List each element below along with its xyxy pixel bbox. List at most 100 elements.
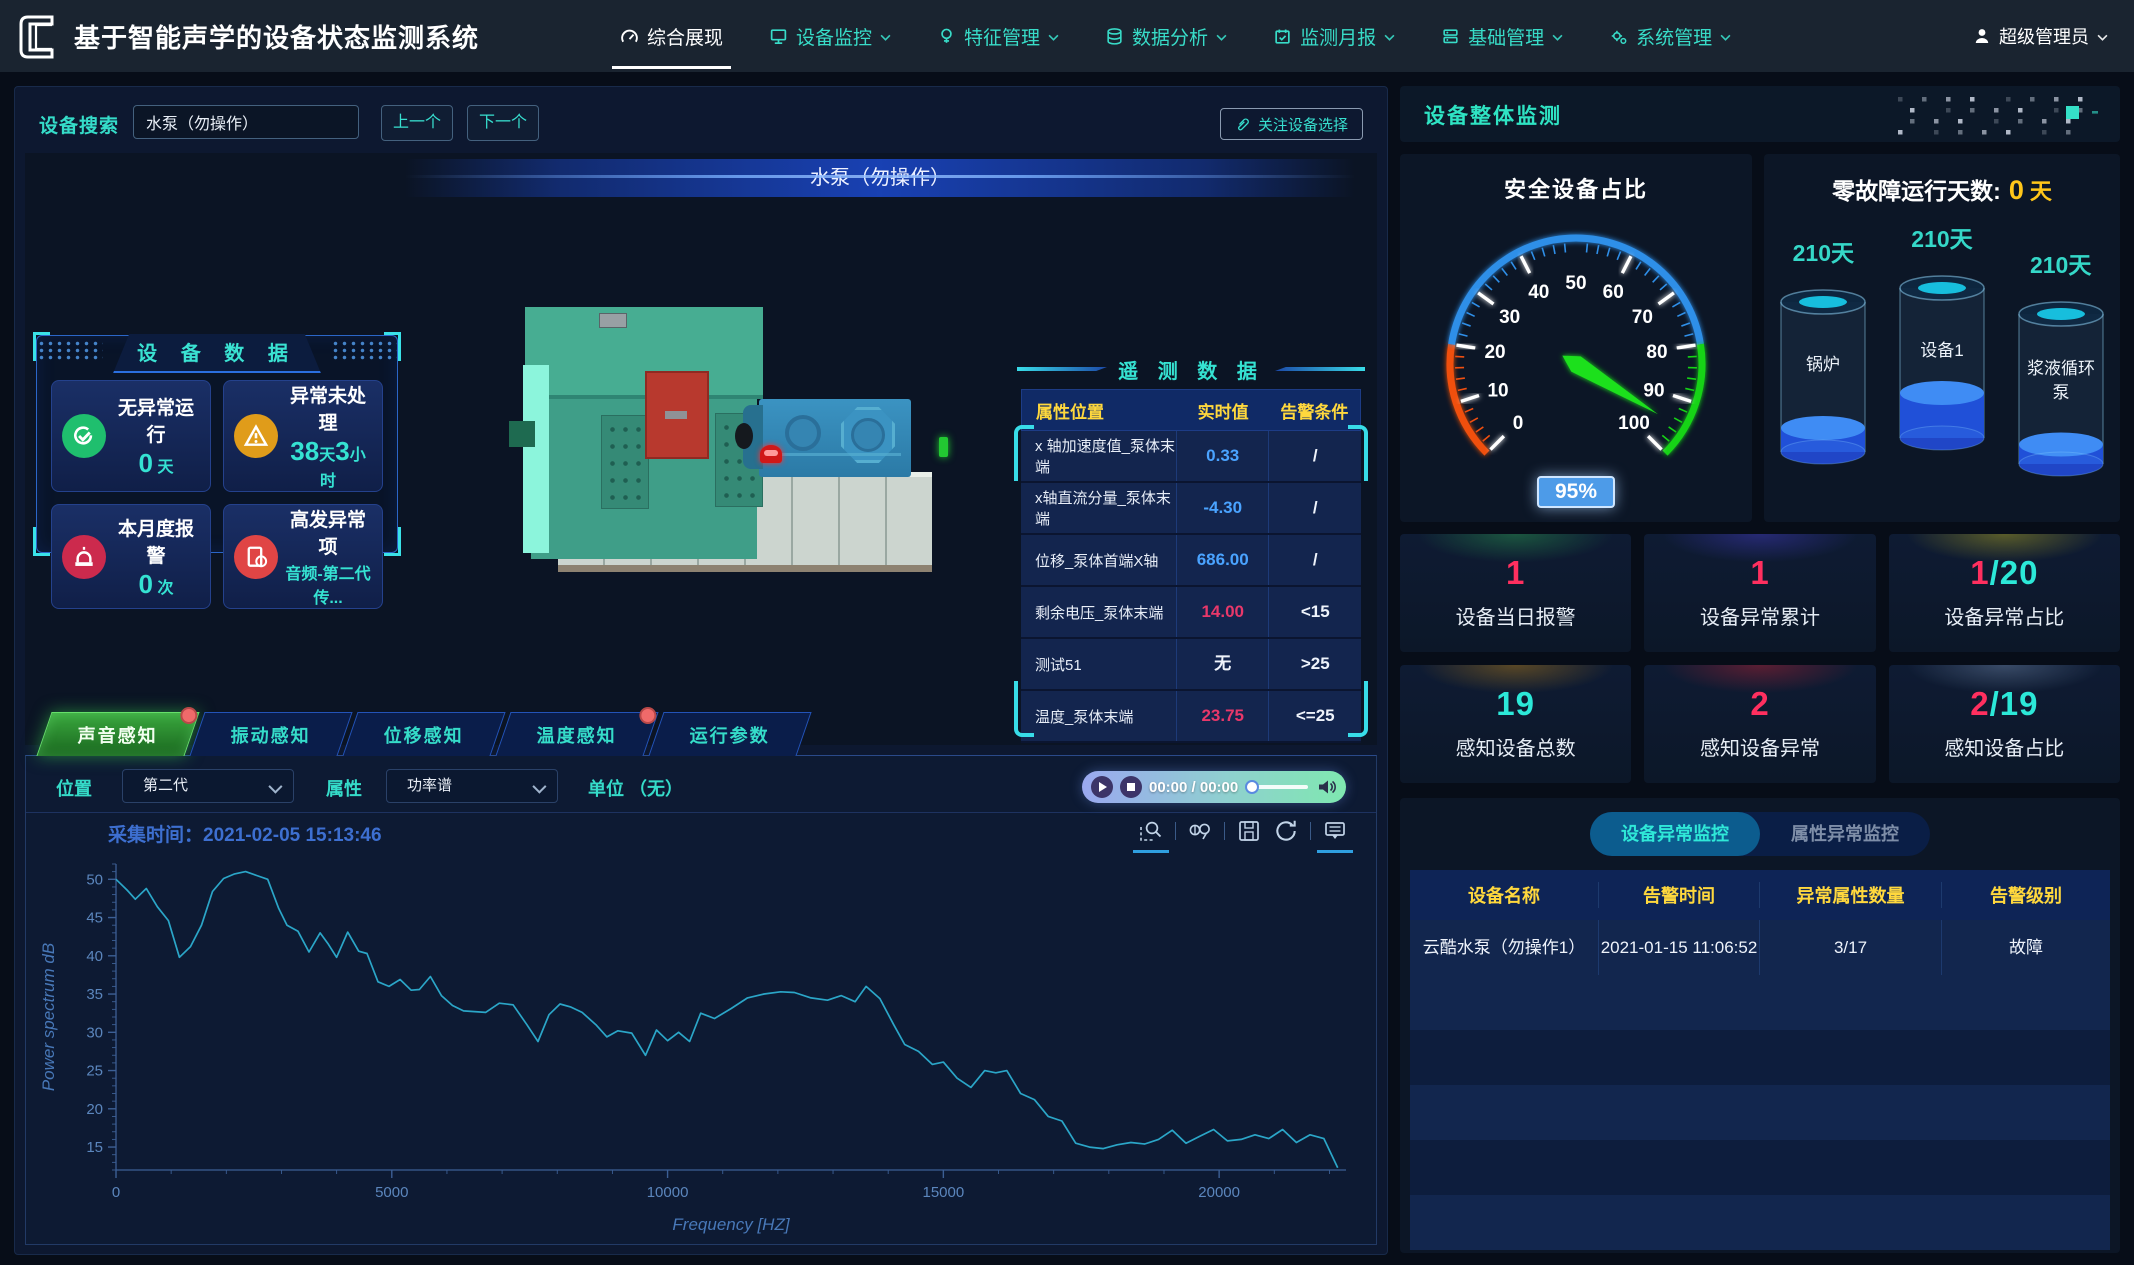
device-panel: 设备搜索 上一个 下一个 关注设备选择 水泵（勿操作） 设 备 数 据 xyxy=(14,86,1388,1255)
svg-text:5000: 5000 xyxy=(375,1184,408,1201)
monitor-row[interactable]: 云酷水泵（勿操作1）2021-01-15 11:06:523/17故障 xyxy=(1410,920,2110,975)
motor-side-highlight xyxy=(523,365,549,553)
tab-running-params[interactable]: 运行参数 xyxy=(648,712,811,756)
bracket-decoration xyxy=(1014,425,1034,481)
prev-device-button[interactable]: 上一个 xyxy=(381,105,453,141)
user-icon xyxy=(1973,27,1991,45)
stat-value: 1/20 xyxy=(1889,554,2120,592)
position-label: 位置 xyxy=(56,775,92,801)
svg-text:设备1: 设备1 xyxy=(1920,341,1963,360)
abnormal-table: 设备名称告警时间异常属性数量告警级别 云酷水泵（勿操作1）2021-01-15 … xyxy=(1410,870,2110,1250)
3d-viewport[interactable]: 水泵（勿操作） 设 备 数 据 无异常运行0 天异常未处理38天3小时本月度报警… xyxy=(25,153,1377,745)
nav-item-device-monitor[interactable]: 设备监控 xyxy=(769,0,891,72)
tab-attribute-abnormal[interactable]: 属性异常监控 xyxy=(1760,812,1930,856)
refresh-icon[interactable] xyxy=(1273,818,1299,844)
abnormal-monitor-card: 设备异常监控 属性异常监控 设备名称告警时间异常属性数量告警级别 云酷水泵（勿操… xyxy=(1400,798,2120,1253)
stat-card: 2感知设备异常 xyxy=(1644,665,1875,783)
bulb-icon xyxy=(937,27,956,46)
nav-item-monthly-report[interactable]: 监测月报 xyxy=(1273,0,1395,72)
svg-text:20: 20 xyxy=(86,1101,103,1118)
chevron-down-icon xyxy=(1552,34,1563,41)
chevron-down-icon xyxy=(1720,34,1731,41)
svg-text:40: 40 xyxy=(1528,282,1549,303)
play-button[interactable] xyxy=(1091,776,1113,798)
telemetry-row: 剩余电压_泵体末端14.00<15 xyxy=(1021,587,1361,639)
days-unit: 天 xyxy=(2030,179,2052,204)
monitor-empty-row xyxy=(1410,975,2110,1030)
svg-text:90: 90 xyxy=(1643,380,1664,401)
stat-value: 1 xyxy=(1400,554,1631,592)
attribute-select[interactable]: 功率谱 xyxy=(386,769,558,803)
tab-label: 声音感知 xyxy=(78,722,158,748)
nav-item-system-mgmt[interactable]: 系统管理 xyxy=(1609,0,1731,72)
telemetry-row: x轴直流分量_泵体末端-4.30/ xyxy=(1021,483,1361,535)
device-search-row: 设备搜索 上一个 下一个 关注设备选择 xyxy=(15,101,1387,145)
bracket-decoration xyxy=(1348,681,1368,737)
monitor-empty-row xyxy=(1410,1085,2110,1140)
monitor-empty-row xyxy=(1410,1140,2110,1195)
user-menu[interactable]: 超级管理员 xyxy=(1973,23,2134,49)
device-search-input[interactable] xyxy=(133,105,359,139)
monitor-empty-row xyxy=(1410,1030,2110,1085)
top-navbar: 基于智能声学的设备状态监测系统 综合展现 设备监控 特征管理 数据分析 xyxy=(0,0,2134,72)
audio-player: 00:00 / 00:00 xyxy=(1082,771,1346,803)
tab-device-abnormal[interactable]: 设备异常监控 xyxy=(1590,812,1760,856)
svg-text:50: 50 xyxy=(86,871,103,888)
tab-vibration-sensing[interactable]: 振动感知 xyxy=(189,712,352,756)
tab-label: 运行参数 xyxy=(690,722,770,748)
player-seek-slider[interactable] xyxy=(1247,785,1308,789)
nav-item-feature-mgmt[interactable]: 特征管理 xyxy=(937,0,1059,72)
dashboard-icon xyxy=(620,27,639,46)
nav-item-data-analysis[interactable]: 数据分析 xyxy=(1105,0,1227,72)
tooltip-toggle-icon[interactable] xyxy=(1322,818,1348,844)
monitor-table-head: 设备名称告警时间异常属性数量告警级别 xyxy=(1410,870,2110,920)
stat-label: 感知设备总数 xyxy=(1400,732,1631,761)
player-time: 00:00 / 00:00 xyxy=(1149,779,1238,796)
tab-displacement-sensing[interactable]: 位移感知 xyxy=(342,712,505,756)
tab-temperature-sensing[interactable]: 温度感知 xyxy=(495,712,658,756)
tab-sound-sensing[interactable]: 声音感知 xyxy=(36,712,199,756)
svg-text:10000: 10000 xyxy=(647,1184,689,1201)
tab-label: 温度感知 xyxy=(537,722,617,748)
next-device-button[interactable]: 下一个 xyxy=(467,105,539,141)
motor-nameplate xyxy=(599,313,627,328)
svg-text:30: 30 xyxy=(1499,307,1520,328)
position-select[interactable]: 第二代 xyxy=(122,769,294,803)
days-value: 0 xyxy=(2009,175,2024,205)
focus-device-button[interactable]: 关注设备选择 xyxy=(1220,108,1363,140)
sensing-tabs: 声音感知 振动感知 位移感知 温度感知 运行参数 xyxy=(44,712,809,756)
svg-text:15: 15 xyxy=(86,1139,103,1156)
zoom-restore-icon[interactable] xyxy=(1187,818,1213,844)
stop-button[interactable] xyxy=(1120,776,1142,798)
tab-label: 位移感知 xyxy=(384,722,464,748)
app-title: 基于智能声学的设备状态监测系统 xyxy=(74,18,479,55)
volume-icon[interactable] xyxy=(1317,778,1337,796)
overall-monitor-panel: 设备整体监测 安全设备占比 0102030405060708090100 95%… xyxy=(1400,86,2120,1253)
overall-monitor-title: 设备整体监测 xyxy=(1424,100,1562,130)
days-title-text: 零故障运行天数: xyxy=(1832,178,2001,204)
telemetry-row: 温度_泵体末端23.75<=25 xyxy=(1021,691,1361,743)
chevron-down-icon xyxy=(1216,34,1227,41)
pump-gearbox xyxy=(759,399,911,477)
gearbox-circle xyxy=(785,415,821,451)
motor-shaft xyxy=(509,421,535,447)
telemetry-col-attr: 属性位置 xyxy=(1022,398,1177,423)
slider-thumb[interactable] xyxy=(1245,780,1259,794)
stat-value: 2 xyxy=(1644,685,1875,723)
svg-text:40: 40 xyxy=(86,948,103,965)
nav-item-base-mgmt[interactable]: 基础管理 xyxy=(1441,0,1563,72)
motor-red-door xyxy=(645,371,709,459)
stat-label: 设备异常占比 xyxy=(1889,601,2120,630)
nav-item-overview[interactable]: 综合展现 xyxy=(620,0,723,72)
save-image-icon[interactable] xyxy=(1236,818,1262,844)
monitor-col-header: 告警级别 xyxy=(1942,882,2110,908)
zoom-select-icon[interactable] xyxy=(1138,818,1164,844)
stat-label: 设备当日报警 xyxy=(1400,601,1631,630)
cylinder-item: 210天浆液循环泵 xyxy=(2008,246,2114,490)
chevron-down-icon xyxy=(2097,34,2108,41)
capture-time-label: 采集时间： xyxy=(108,825,203,846)
svg-text:Frequency [HZ]: Frequency [HZ] xyxy=(672,1215,790,1234)
spectrum-chart[interactable]: 152025303540455005000100001500020000Powe… xyxy=(26,852,1378,1244)
telemetry-row: 位移_泵体首端X轴686.00/ xyxy=(1021,535,1361,587)
telemetry-row: 测试51无>25 xyxy=(1021,639,1361,691)
